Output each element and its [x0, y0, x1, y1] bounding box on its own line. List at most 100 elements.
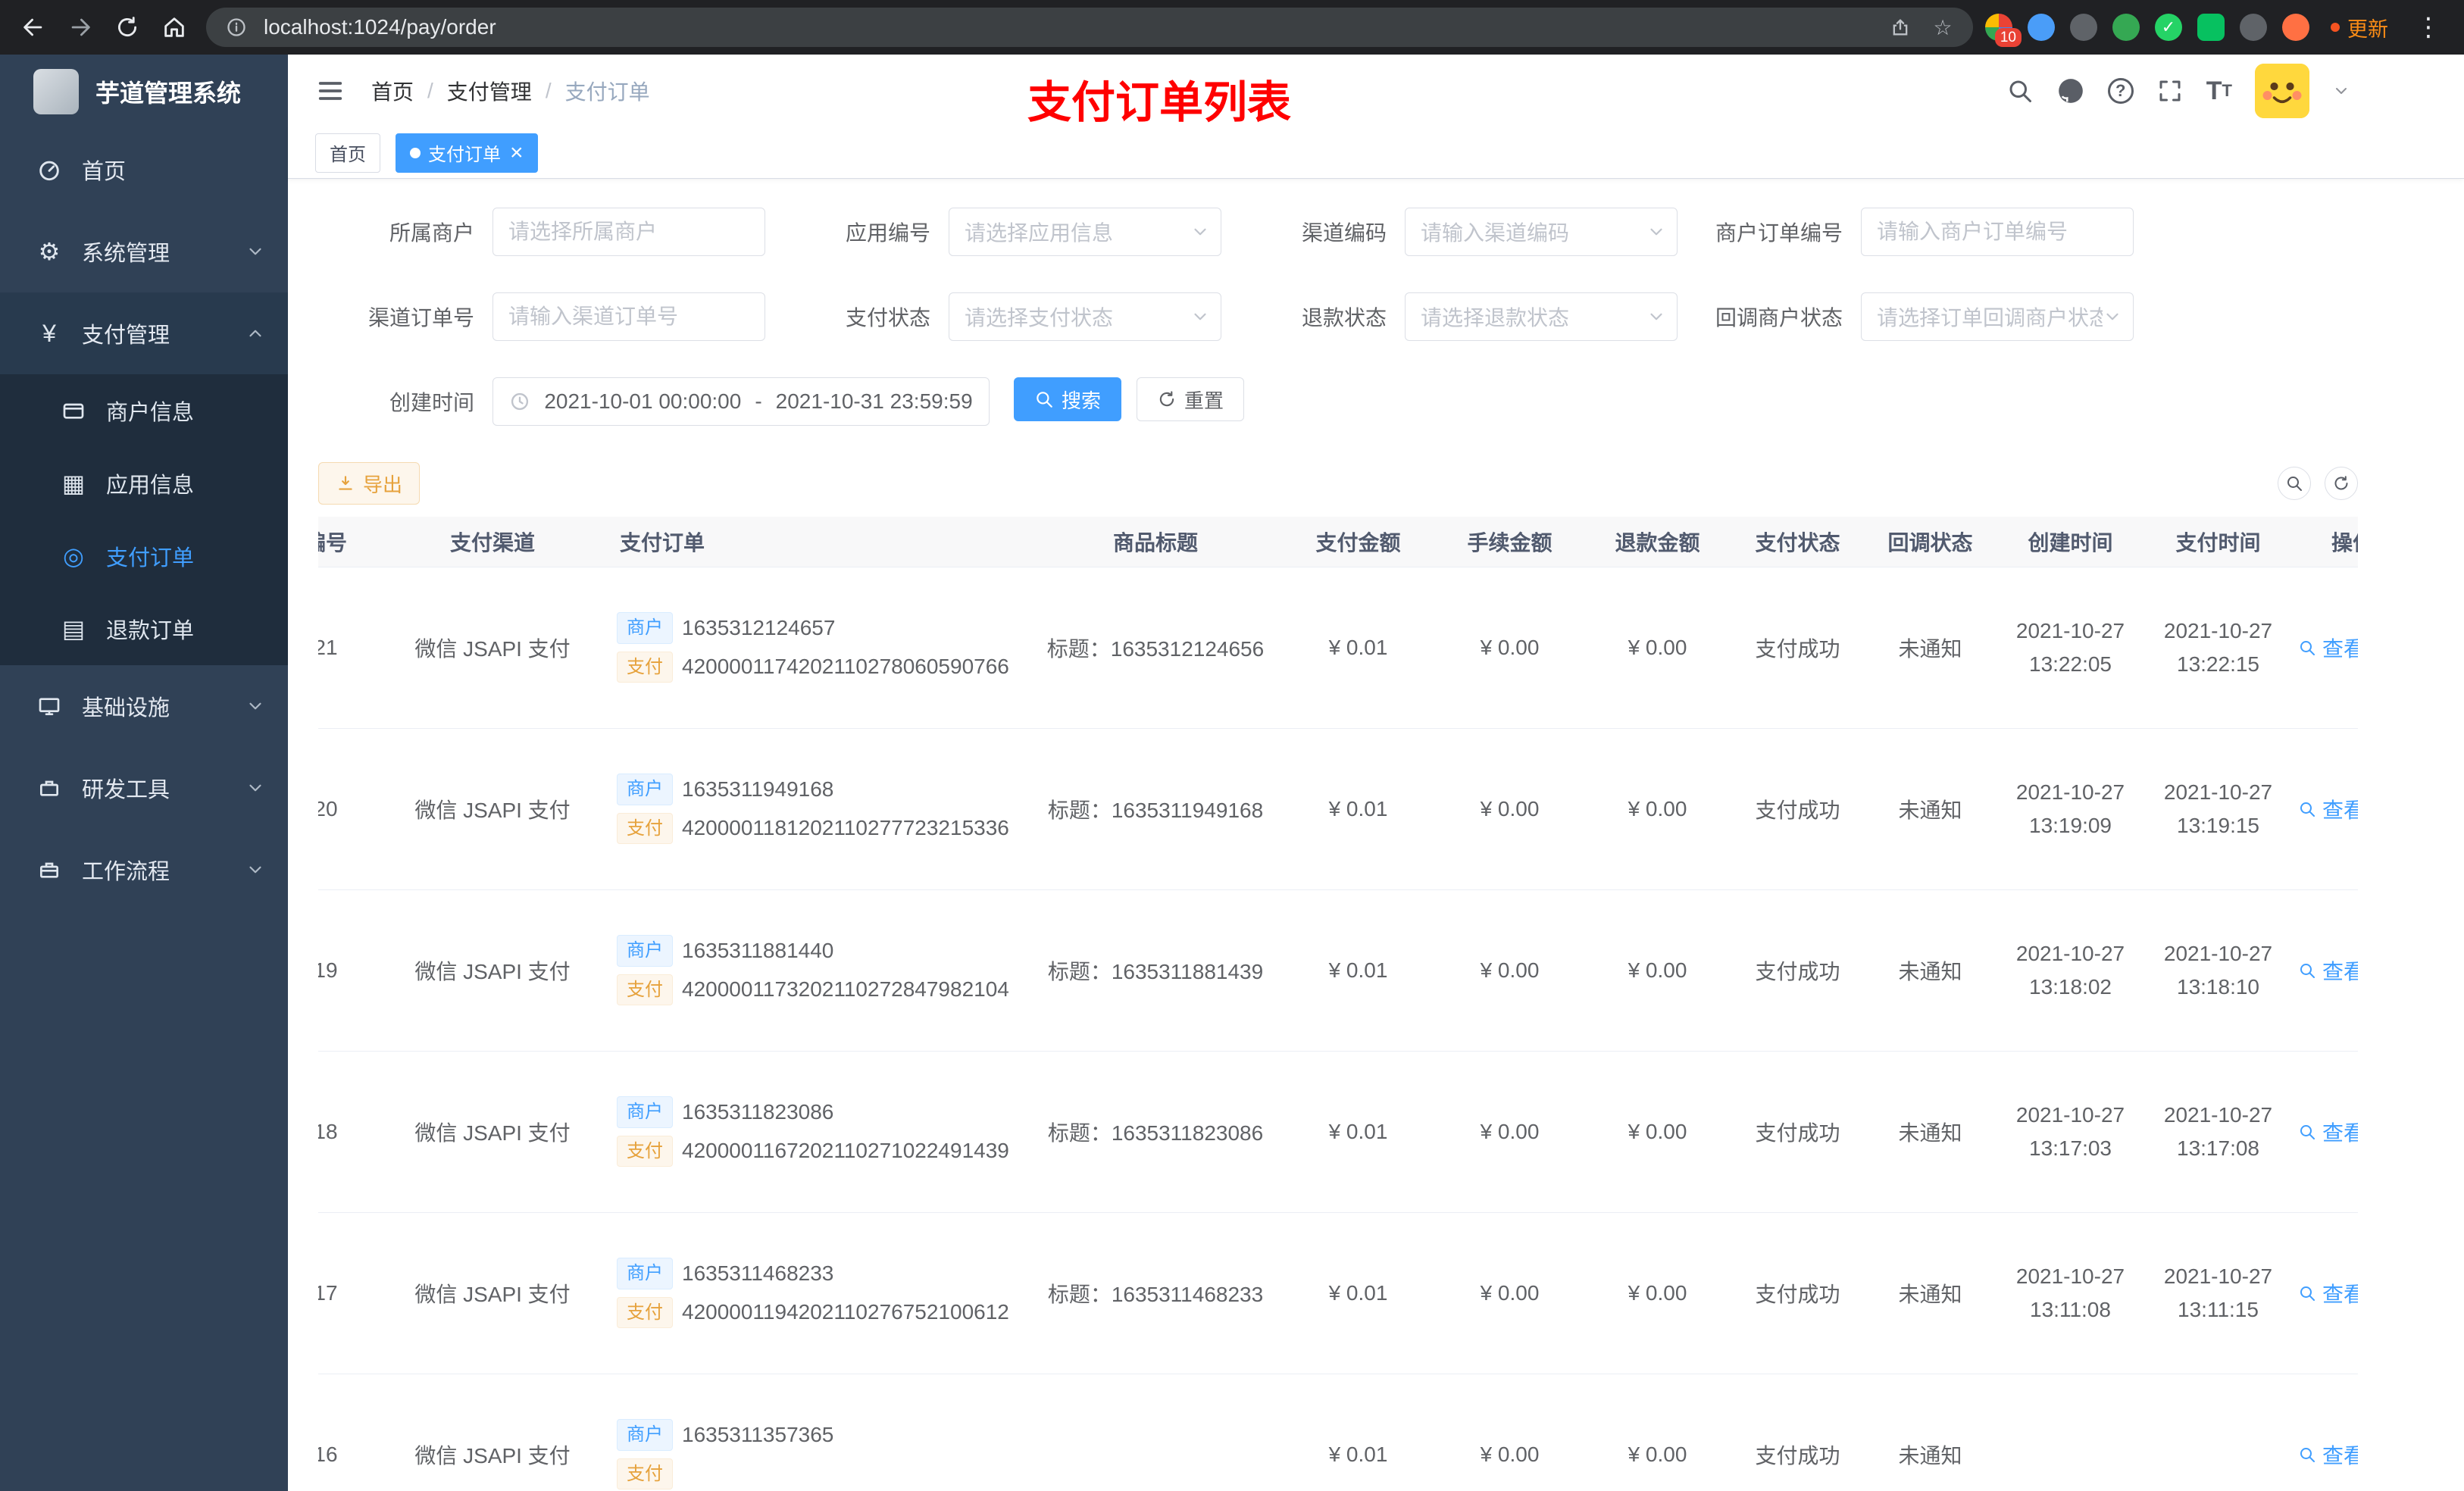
sidebar-item-app-info[interactable]: ▦ 应用信息	[0, 447, 288, 520]
col-id: 编号	[318, 517, 379, 567]
view-detail-link[interactable]: 查看详情	[2298, 1278, 2358, 1308]
browser-back-icon[interactable]	[14, 8, 53, 47]
merchant-order-no: 1635311468233	[682, 1261, 834, 1285]
extension-chat-icon[interactable]	[2197, 14, 2225, 41]
browser-reload-icon[interactable]	[108, 8, 147, 47]
export-button[interactable]: 导出	[318, 462, 421, 505]
app-select[interactable]: 请选择应用信息	[949, 208, 1221, 256]
merchant-order-no: 1635311357365	[682, 1422, 834, 1446]
tags-view-bar: 首页 支付订单 ×	[288, 127, 2464, 179]
channel-transaction-no: 4200001173202110272847982104	[682, 977, 1009, 1002]
col-refund: 退款金额	[1584, 517, 1731, 567]
extension-icon[interactable]	[2070, 14, 2097, 41]
sidebar-item-refund-order[interactable]: ▤ 退款订单	[0, 592, 288, 665]
extension-icon[interactable]	[2028, 14, 2055, 41]
sidebar-item-workflow[interactable]: 工作流程	[0, 829, 288, 911]
breadcrumb-payment[interactable]: 支付管理	[447, 76, 532, 106]
hide-search-button[interactable]	[2278, 467, 2311, 500]
sidebar-item-payment[interactable]: ¥ 支付管理	[0, 292, 288, 374]
table-body: 21 微信 JSAPI 支付 商户 1635312124657 支付 42000…	[318, 567, 2358, 1491]
actions-cell: 查看详情	[2292, 1051, 2358, 1213]
merchant-order-no: 1635311881440	[682, 938, 834, 962]
url-text[interactable]: localhost:1024/pay/order	[264, 15, 1873, 39]
col-actions: 操作	[2292, 517, 2358, 567]
view-detail-link[interactable]: 查看详情	[2298, 794, 2358, 824]
sidebar-item-pay-order[interactable]: ◎ 支付订单	[0, 520, 288, 592]
table-row: 17 微信 JSAPI 支付 商户 1635311468233 支付 42000…	[318, 1212, 2358, 1374]
browser-update-button[interactable]: 更新	[2325, 10, 2394, 45]
close-icon[interactable]: ×	[510, 141, 524, 164]
order-id: 17	[318, 1212, 379, 1374]
tab-pay-order[interactable]: 支付订单 ×	[396, 133, 538, 173]
browser-home-icon[interactable]	[155, 8, 194, 47]
extension-icon[interactable]	[2112, 14, 2140, 41]
filter-label-pay-status: 支付状态	[845, 306, 930, 330]
extension-puzzle-icon[interactable]	[2240, 14, 2267, 41]
view-detail-link[interactable]: 查看详情	[2298, 633, 2358, 663]
user-avatar[interactable]	[2255, 64, 2309, 118]
sidebar-item-system[interactable]: ⚙ 系统管理	[0, 211, 288, 292]
channel-code-select[interactable]: 请输入渠道编码	[1405, 208, 1678, 256]
create-time-cell: 2021-10-27 13:17:03	[1997, 1051, 2144, 1213]
pay-amount: ¥ 0.01	[1280, 1212, 1436, 1374]
reset-button[interactable]: 重置	[1137, 377, 1245, 421]
pay-tag: 支付	[617, 1135, 673, 1167]
pay-time-cell: 2021-10-27 13:18:10	[2144, 889, 2292, 1052]
pay-amount: ¥ 0.01	[1280, 889, 1436, 1052]
pay-channel: 微信 JSAPI 支付	[379, 567, 606, 729]
merchant-tag: 商户	[617, 1418, 673, 1451]
pay-amount: ¥ 0.01	[1280, 1051, 1436, 1213]
fee-amount: ¥ 0.00	[1436, 1212, 1584, 1374]
help-icon[interactable]: ?	[2107, 78, 2134, 104]
merchant-order-no-input[interactable]	[1861, 208, 2134, 256]
fullscreen-icon[interactable]	[2156, 77, 2184, 105]
refund-status-select[interactable]: 请选择退款状态	[1405, 292, 1678, 341]
table-row: 20 微信 JSAPI 支付 商户 1635311949168 支付 42000…	[318, 728, 2358, 890]
pay-status-select[interactable]: 请选择支付状态	[949, 292, 1221, 341]
site-info-icon[interactable]	[221, 12, 252, 42]
product-title: 标题：1635311881439	[1030, 889, 1280, 1052]
bookmark-star-icon[interactable]: ☆	[1928, 12, 1958, 42]
view-detail-link[interactable]: 查看详情	[2298, 1439, 2358, 1470]
browser-menu-icon[interactable]: ⋮	[2409, 12, 2447, 42]
toolbox-icon	[33, 776, 65, 800]
table-header-row: 编号 支付渠道 支付订单 商品标题 支付金额 手续金额 退款金额 支付状态 回调…	[318, 517, 2358, 567]
pay-order-cell: 商户 1635311881440 支付 42000011732021102728…	[606, 889, 1030, 1052]
create-time-range-picker[interactable]: 2021-10-01 00:00:00 - 2021-10-31 23:59:5…	[492, 377, 990, 426]
sidebar-item-merchant-info[interactable]: 商户信息	[0, 374, 288, 447]
pay-time-cell	[2144, 1374, 2292, 1491]
extension-check-icon[interactable]: ✓	[2155, 14, 2182, 41]
profile-avatar-icon[interactable]	[2282, 14, 2309, 41]
hamburger-icon[interactable]	[315, 76, 346, 106]
sidebar-item-home[interactable]: 首页	[0, 129, 288, 211]
callback-status-select[interactable]: 请选择订单回调商户状态	[1861, 292, 2134, 341]
channel-order-no-input[interactable]	[492, 292, 765, 341]
view-detail-link[interactable]: 查看详情	[2298, 955, 2358, 986]
breadcrumb-home[interactable]: 首页	[371, 76, 414, 106]
sidebar-item-dev-tools[interactable]: 研发工具	[0, 747, 288, 829]
github-icon[interactable]	[2056, 77, 2085, 105]
browser-forward-icon[interactable]	[61, 8, 100, 47]
search-icon[interactable]	[2006, 77, 2034, 105]
owner-merchant-input[interactable]	[492, 208, 765, 256]
filter-label-callback-status: 回调商户状态	[1715, 306, 1843, 330]
share-icon[interactable]	[1885, 12, 1915, 42]
refund-amount: ¥ 0.00	[1584, 1051, 1731, 1213]
view-detail-link[interactable]: 查看详情	[2298, 1117, 2358, 1147]
page-content: 所属商户 应用编号 请选择应用信息 渠道编码 请输入渠道编码	[288, 179, 2464, 1491]
font-size-icon[interactable]: TT	[2206, 77, 2232, 106]
sidebar-item-infrastructure[interactable]: 基础设施	[0, 665, 288, 747]
notify-status: 未通知	[1864, 1374, 1997, 1491]
refresh-button[interactable]	[2325, 467, 2358, 500]
search-button[interactable]: 搜索	[1014, 377, 1122, 421]
caret-down-icon[interactable]	[2332, 82, 2350, 100]
extension-icon[interactable]: 10	[1985, 14, 2022, 47]
breadcrumb-separator: /	[545, 79, 552, 102]
refund-amount: ¥ 0.00	[1584, 1212, 1731, 1374]
document-icon: ▤	[61, 615, 86, 642]
tab-home[interactable]: 首页	[315, 133, 380, 173]
browser-address-bar[interactable]: localhost:1024/pay/order ☆	[206, 8, 1973, 47]
notify-status: 未通知	[1864, 889, 1997, 1052]
pay-time-cell: 2021-10-27 13:22:15	[2144, 567, 2292, 729]
gear-icon: ⚙	[38, 238, 61, 265]
